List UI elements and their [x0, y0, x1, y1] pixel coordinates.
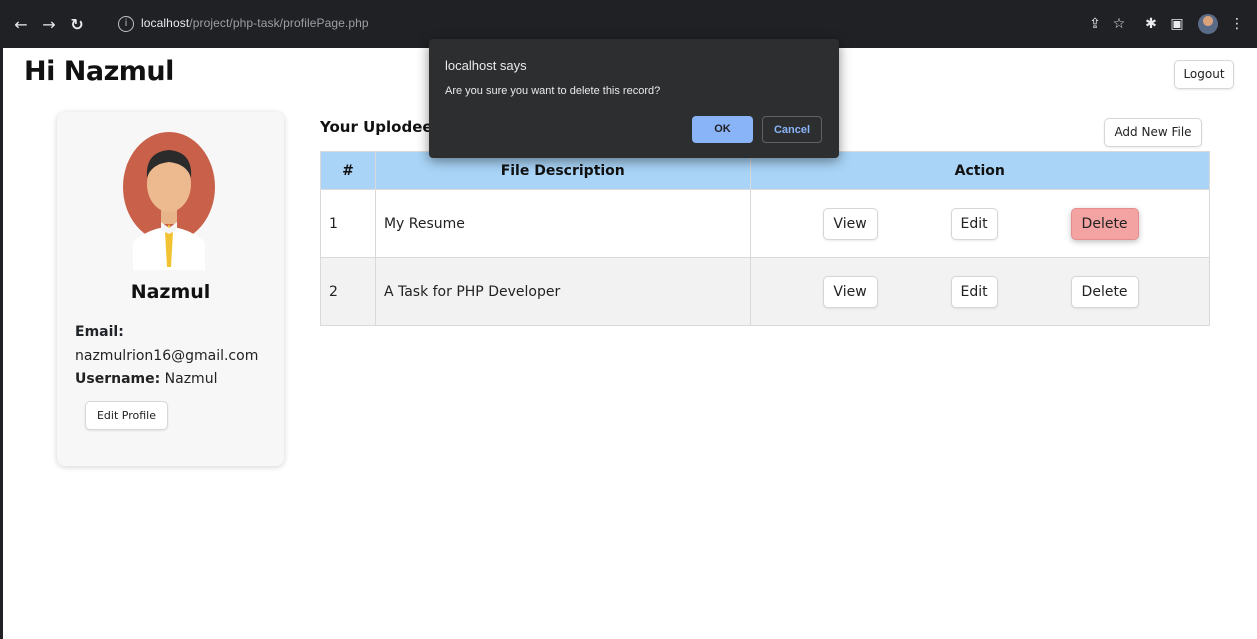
- row-number: 2: [320, 257, 376, 326]
- profile-avatar: [123, 132, 215, 270]
- table-row: 2 A Task for PHP Developer View Edit Del…: [320, 257, 1211, 326]
- page-title: Hi Nazmul: [24, 56, 174, 87]
- logout-button[interactable]: Logout: [1174, 60, 1234, 89]
- browser-profile-avatar[interactable]: [1198, 14, 1218, 34]
- row-description: My Resume: [374, 189, 751, 258]
- url-path: /project/php-task/profilePage.php: [189, 16, 369, 30]
- url-host: localhost: [141, 16, 190, 30]
- window-border: [0, 48, 3, 639]
- add-new-file-button[interactable]: Add New File: [1104, 118, 1202, 147]
- row-actions: View Edit Delete: [749, 257, 1211, 326]
- delete-button[interactable]: Delete: [1070, 276, 1139, 308]
- header-number: #: [320, 151, 376, 190]
- dialog-ok-button[interactable]: OK: [692, 116, 753, 143]
- url-text[interactable]: localhost/project/php-task/profilePage.p…: [141, 16, 369, 30]
- profile-name: Nazmul: [130, 281, 211, 303]
- confirm-dialog: localhost says Are you sure you want to …: [429, 39, 839, 158]
- forward-arrow-icon[interactable]: →: [40, 16, 58, 34]
- dialog-cancel-button[interactable]: Cancel: [762, 116, 822, 143]
- row-number: 1: [320, 189, 376, 258]
- reload-icon[interactable]: ↻: [68, 16, 86, 34]
- view-button[interactable]: View: [822, 208, 878, 240]
- username-label: Username:: [75, 371, 161, 387]
- username-value: Nazmul: [164, 371, 218, 387]
- back-arrow-icon[interactable]: ←: [12, 16, 30, 34]
- bookmark-star-icon[interactable]: ☆: [1110, 15, 1128, 33]
- row-description: A Task for PHP Developer: [374, 257, 751, 326]
- files-table: # File Description Action 1 My Resume Vi…: [320, 151, 1211, 326]
- share-icon[interactable]: ⇪: [1086, 15, 1104, 33]
- email-label: Email:: [75, 324, 124, 340]
- dialog-title: localhost says: [445, 58, 527, 73]
- view-button[interactable]: View: [822, 276, 878, 308]
- username-row: Username: Nazmul: [75, 371, 217, 387]
- edit-button[interactable]: Edit: [950, 276, 998, 308]
- table-row: 1 My Resume View Edit Delete: [320, 189, 1211, 258]
- site-info-icon[interactable]: i: [118, 16, 134, 32]
- delete-button[interactable]: Delete: [1070, 208, 1139, 240]
- edit-profile-button[interactable]: Edit Profile: [85, 401, 168, 430]
- side-panel-icon[interactable]: ▣: [1168, 15, 1186, 33]
- menu-kebab-icon[interactable]: ⋮: [1228, 15, 1246, 33]
- edit-button[interactable]: Edit: [950, 208, 998, 240]
- extensions-puzzle-icon[interactable]: ✱: [1142, 15, 1160, 33]
- dialog-message: Are you sure you want to delete this rec…: [445, 85, 661, 97]
- section-title: Your Uplodee: [320, 118, 433, 136]
- email-value: nazmulrion16@gmail.com: [75, 348, 259, 364]
- row-actions: View Edit Delete: [749, 189, 1211, 258]
